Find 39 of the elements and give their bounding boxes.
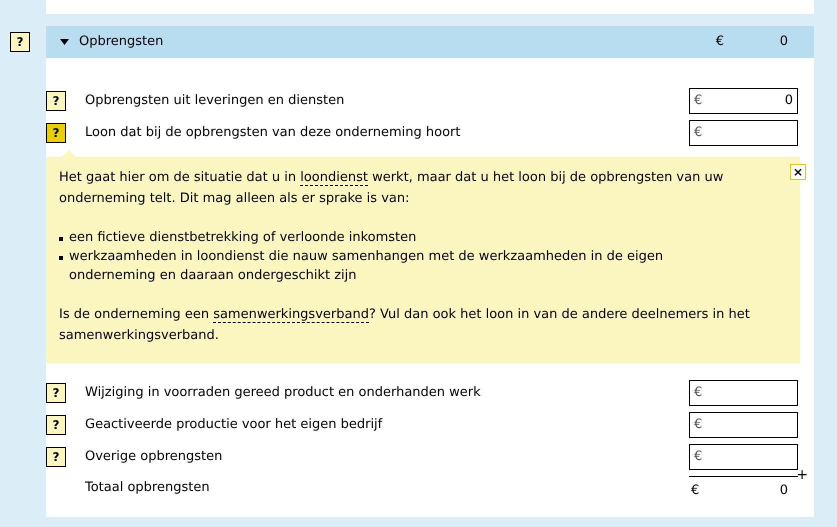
currency-symbol: € [694, 384, 702, 402]
field-label: Wijziging in voorraden gereed product en onderhanden werk [85, 384, 481, 402]
currency-symbol: € [694, 92, 702, 110]
total-label: Totaal opbrengsten [85, 479, 210, 498]
bullet-icon [59, 256, 63, 260]
help-button[interactable]: ? [46, 383, 66, 403]
currency-symbol: € [694, 416, 702, 434]
help-button[interactable]: ? [10, 32, 30, 52]
term-link[interactable]: loondienst [300, 170, 368, 186]
field-label: Overige opbrengsten [85, 448, 222, 466]
help-button[interactable]: ? [46, 91, 66, 111]
help-button[interactable]: ? [46, 123, 66, 143]
currency-symbol: € [694, 448, 702, 466]
help-paragraph: Het gaat hier om de situatie dat u in loondienst werkt, maar dat u het loon bij de opbrengsten van uw onderneming telt. Dit mag alleen als er sprake is van: [59, 169, 724, 208]
section-title: Opbrengsten [79, 33, 164, 52]
operator-sign: + [796, 468, 808, 482]
total-value: 0 [780, 482, 789, 500]
amount-field[interactable]: € [689, 444, 798, 470]
amount-field[interactable]: € [689, 412, 798, 438]
field-label: Loon dat bij de opbrengsten van deze onderneming hoort [85, 124, 460, 142]
close-button[interactable]: × [790, 164, 806, 180]
help-button[interactable]: ? [46, 415, 66, 435]
amount-field[interactable]: € [689, 120, 798, 146]
help-list-item: werkzaamheden in loondienst die nauw samenhangen met de werkzaamheden in de eigen onderneming en daaraan ondergeschikt zijn [69, 248, 664, 285]
currency-symbol: € [694, 124, 702, 142]
bullet-icon [59, 237, 63, 241]
amount-field[interactable]: € [689, 380, 798, 406]
help-list-item: een fictieve dienstbetrekking of verloonde inkomsten [69, 229, 416, 247]
field-label: Opbrengsten uit leveringen en diensten [85, 92, 344, 110]
help-button[interactable]: ? [46, 447, 66, 467]
amount-field[interactable]: € 0 [689, 88, 798, 114]
currency-symbol: € [691, 482, 700, 500]
term-link[interactable]: samenwerkingsverband [213, 307, 369, 323]
help-paragraph: Is de onderneming een samenwerkingsverband? Vul dan ook het loon in van de andere deelnemers in het samenwerkingsverband. [59, 306, 751, 345]
section-total: 0 [778, 33, 789, 52]
currency-symbol: € [716, 33, 724, 52]
section-header[interactable]: Opbrengsten € 0 [46, 26, 814, 58]
field-value: 0 [784, 92, 793, 110]
field-label: Geactiveerde productie voor het eigen bedrijf [85, 416, 382, 434]
